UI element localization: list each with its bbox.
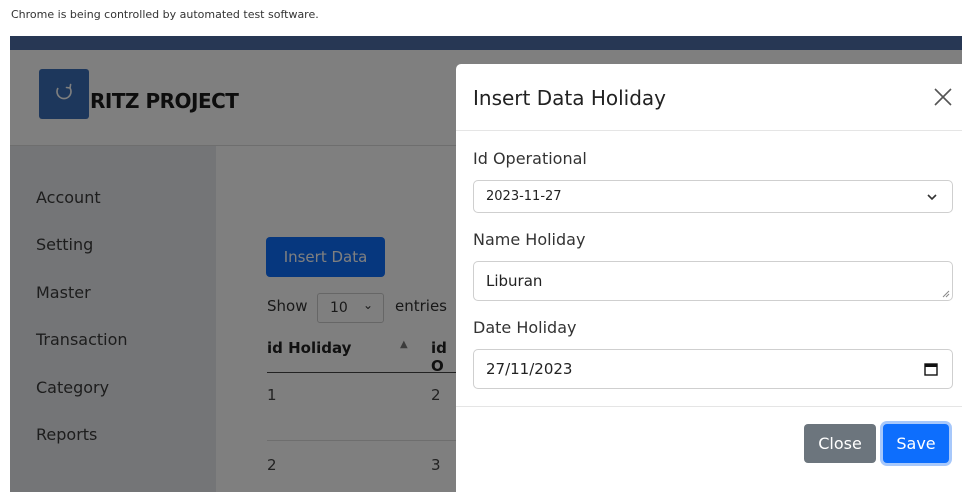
close-icon[interactable] (931, 85, 955, 109)
modal-footer-divider (456, 406, 962, 407)
modal-title: Insert Data Holiday (473, 86, 667, 110)
name-holiday-textarea[interactable]: Liburan (473, 261, 953, 301)
automation-infobar: Chrome is being controlled by automated … (0, 0, 962, 36)
date-holiday-input[interactable]: 27/11/2023 (473, 349, 953, 389)
name-holiday-value: Liburan (486, 272, 543, 290)
id-operational-value: 2023-11-27 (486, 189, 562, 204)
id-operational-label: Id Operational (473, 149, 587, 168)
close-button[interactable]: Close (804, 424, 876, 463)
name-holiday-label: Name Holiday (473, 230, 586, 249)
insert-holiday-modal: Insert Data Holiday Id Operational 2023-… (456, 64, 962, 492)
save-button[interactable]: Save (883, 424, 949, 463)
modal-header-divider (456, 130, 962, 131)
resize-handle-icon[interactable] (942, 290, 950, 298)
chevron-down-icon (927, 194, 937, 201)
id-operational-select[interactable]: 2023-11-27 (473, 180, 953, 213)
date-holiday-value: 27/11/2023 (486, 360, 573, 378)
date-holiday-label: Date Holiday (473, 318, 577, 337)
infobar-text: Chrome is being controlled by automated … (11, 8, 319, 21)
calendar-icon[interactable] (924, 362, 938, 376)
